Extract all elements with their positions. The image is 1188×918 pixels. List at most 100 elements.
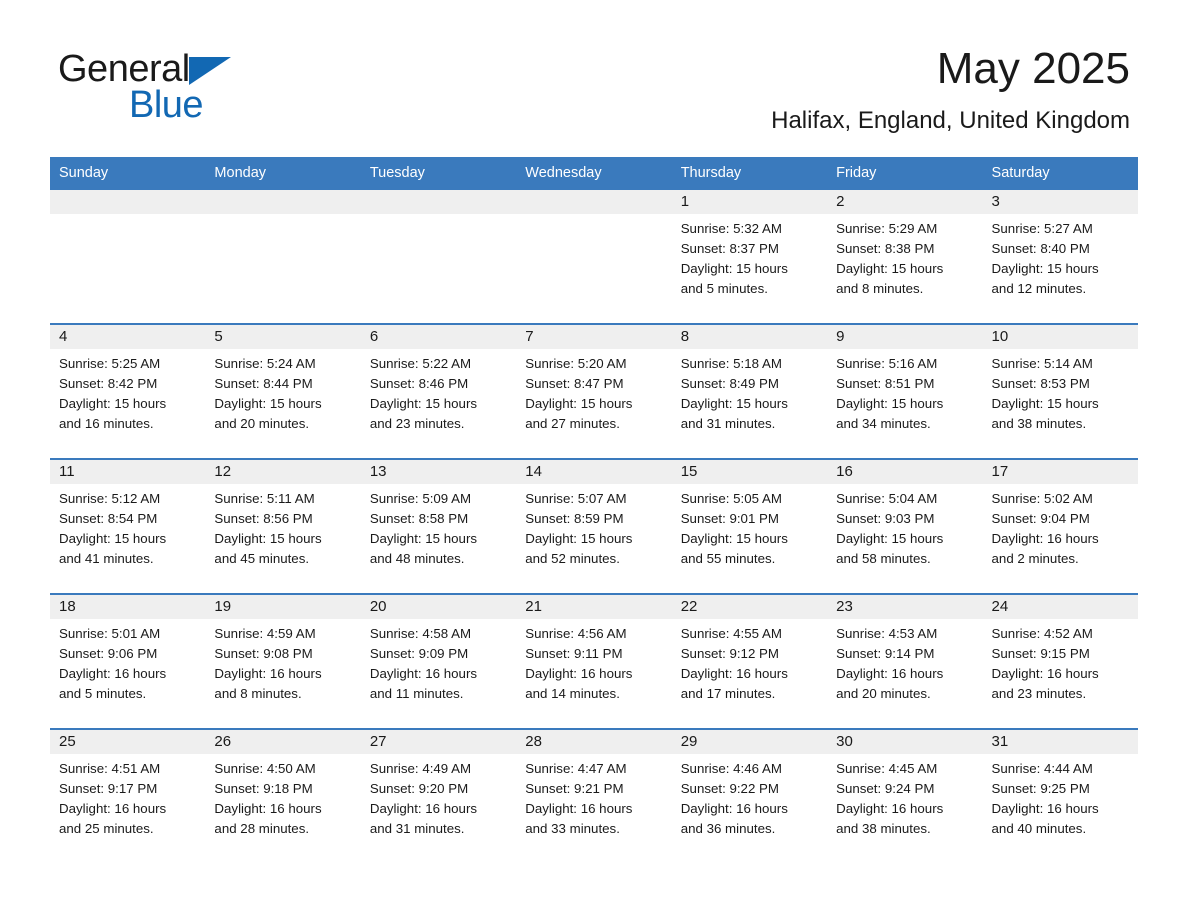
day-details: Sunrise: 5:25 AM Sunset: 8:42 PM Daylight:… <box>50 349 205 434</box>
calendar-day-cell[interactable]: 21 Sunrise: 4:56 AM Sunset: 9:11 PM Dayligh… <box>516 593 672 729</box>
sunset-text: Sunset: 8:47 PM <box>525 376 624 391</box>
calendar-day-cell[interactable]: 29 Sunrise: 4:46 AM Sunset: 9:22 PM Dayligh… <box>671 728 828 863</box>
daylight-text-line2: and 52 minutes. <box>525 551 620 566</box>
day-number: 7 <box>516 325 672 349</box>
daylight-text-line2: and 31 minutes. <box>369 821 465 836</box>
daylight-text-line2: and 33 minutes. <box>525 821 620 836</box>
calendar-day-cell[interactable]: 6 Sunrise: 5:22 AM Sunset: 8:46 PM Daylight… <box>360 323 517 459</box>
day-cell: 27 Sunrise: 4:49 AM Sunset: 9:20 PM Dayligh… <box>360 730 517 863</box>
daylight-text-line1: Daylight: 16 hours <box>525 801 633 816</box>
sunrise-text: Sunrise: 5:05 AM <box>680 491 782 506</box>
weekday-header-tuesday: Tuesday <box>360 157 517 190</box>
sunset-text: Sunset: 9:12 PM <box>680 646 779 661</box>
day-details: Sunrise: 5:12 AM Sunset: 8:54 PM Daylight:… <box>50 484 205 569</box>
day-details: Sunrise: 5:07 AM Sunset: 8:59 PM Daylight:… <box>516 484 671 569</box>
sunrise-text: Sunrise: 4:51 AM <box>59 761 161 776</box>
sunset-text: Sunset: 9:09 PM <box>369 646 469 661</box>
calendar-day-cell[interactable]: 5 Sunrise: 5:24 AM Sunset: 8:44 PM Daylight… <box>205 323 361 459</box>
calendar-day-cell[interactable]: 31 Sunrise: 4:44 AM Sunset: 9:25 PM Dayligh… <box>982 728 1138 863</box>
daylight-text-line2: and 11 minutes. <box>369 686 464 701</box>
sunrise-text: Sunrise: 4:49 AM <box>369 761 472 776</box>
sunrise-text: Sunrise: 4:58 AM <box>369 626 472 641</box>
daylight-text-line1: Daylight: 15 hours <box>214 396 322 411</box>
daylight-text-line1: Daylight: 15 hours <box>680 531 788 546</box>
daylight-text-line1: Daylight: 15 hours <box>59 396 167 411</box>
calendar-day-cell[interactable]: 9 Sunrise: 5:16 AM Sunset: 8:51 PM Daylight… <box>827 323 983 459</box>
calendar-day-cell[interactable]: 26 Sunrise: 4:50 AM Sunset: 9:18 PM Dayligh… <box>205 728 361 863</box>
calendar-day-cell <box>50 190 206 324</box>
sunset-text: Sunset: 9:11 PM <box>525 646 623 661</box>
calendar-day-cell[interactable]: 1 Sunrise: 5:32 AM Sunset: 8:37 PM Daylight… <box>671 190 828 324</box>
sunrise-text: Sunrise: 5:02 AM <box>991 491 1093 506</box>
daylight-text-line2: and 36 minutes. <box>680 821 776 836</box>
day-cell: 18 Sunrise: 5:01 AM Sunset: 9:06 PM Dayligh… <box>50 595 206 728</box>
calendar-day-cell[interactable]: 23 Sunrise: 4:53 AM Sunset: 9:14 PM Dayligh… <box>827 593 983 729</box>
day-details: Sunrise: 4:49 AM Sunset: 9:20 PM Daylight:… <box>361 754 516 839</box>
day-details: Sunrise: 4:47 AM Sunset: 9:21 PM Daylight:… <box>516 754 671 839</box>
daylight-text-line1: Daylight: 15 hours <box>525 531 633 546</box>
day-number: 31 <box>982 730 1138 754</box>
day-cell: 3 Sunrise: 5:27 AM Sunset: 8:40 PM Daylight… <box>982 190 1138 323</box>
day-details: Sunrise: 4:51 AM Sunset: 9:17 PM Daylight:… <box>50 754 205 839</box>
sunset-text: Sunset: 8:42 PM <box>59 376 158 391</box>
general-blue-logo[interactable]: General Blue <box>58 48 418 128</box>
daylight-text-line2: and 14 minutes. <box>525 686 620 701</box>
calendar-day-cell[interactable]: 28 Sunrise: 4:47 AM Sunset: 9:21 PM Dayligh… <box>516 728 672 863</box>
calendar-day-cell[interactable]: 13 Sunrise: 5:09 AM Sunset: 8:58 PM Dayligh… <box>360 458 517 594</box>
calendar-day-cell[interactable]: 4 Sunrise: 5:25 AM Sunset: 8:42 PM Daylight… <box>50 323 206 459</box>
calendar-day-cell[interactable]: 27 Sunrise: 4:49 AM Sunset: 9:20 PM Dayligh… <box>360 728 517 863</box>
daylight-text-line1: Daylight: 16 hours <box>59 801 167 816</box>
calendar-day-cell[interactable]: 8 Sunrise: 5:18 AM Sunset: 8:49 PM Daylight… <box>671 323 828 459</box>
calendar-day-cell[interactable]: 17 Sunrise: 5:02 AM Sunset: 9:04 PM Dayligh… <box>982 458 1138 594</box>
day-details: Sunrise: 5:29 AM Sunset: 8:38 PM Daylight:… <box>827 214 982 299</box>
daylight-text-line2: and 5 minutes. <box>59 686 147 701</box>
calendar-day-cell[interactable]: 30 Sunrise: 4:45 AM Sunset: 9:24 PM Dayligh… <box>827 728 983 863</box>
calendar-day-cell[interactable]: 18 Sunrise: 5:01 AM Sunset: 9:06 PM Dayligh… <box>50 593 206 729</box>
day-details: Sunrise: 4:56 AM Sunset: 9:11 PM Daylight:… <box>516 619 671 704</box>
sunrise-text: Sunrise: 4:46 AM <box>680 761 782 776</box>
sunrise-text: Sunrise: 4:50 AM <box>214 761 316 776</box>
calendar-day-cell[interactable]: 24 Sunrise: 4:52 AM Sunset: 9:15 PM Dayligh… <box>982 593 1138 729</box>
calendar-day-cell <box>516 190 672 324</box>
calendar-day-cell[interactable]: 25 Sunrise: 4:51 AM Sunset: 9:17 PM Dayligh… <box>50 728 206 863</box>
daylight-text-line2: and 17 minutes. <box>680 686 776 701</box>
day-cell: 4 Sunrise: 5:25 AM Sunset: 8:42 PM Daylight… <box>50 325 206 458</box>
calendar-day-cell[interactable]: 12 Sunrise: 5:11 AM Sunset: 8:56 PM Dayligh… <box>205 458 361 594</box>
daylight-text-line1: Daylight: 16 hours <box>836 801 944 816</box>
day-number: 27 <box>360 730 517 754</box>
calendar-day-cell[interactable]: 14 Sunrise: 5:07 AM Sunset: 8:59 PM Dayligh… <box>516 458 672 594</box>
daylight-text-line2: and 40 minutes. <box>991 821 1087 836</box>
title-block: May 2025 Halifax, England, United Kingdo… <box>771 42 1130 136</box>
calendar-day-cell[interactable]: 20 Sunrise: 4:58 AM Sunset: 9:09 PM Dayligh… <box>360 593 517 729</box>
day-number: 18 <box>50 595 206 619</box>
day-cell: 26 Sunrise: 4:50 AM Sunset: 9:18 PM Dayligh… <box>205 730 361 863</box>
day-number: 16 <box>827 460 983 484</box>
daylight-text-line1: Daylight: 15 hours <box>369 531 478 546</box>
calendar-day-cell[interactable]: 19 Sunrise: 4:59 AM Sunset: 9:08 PM Dayligh… <box>205 593 361 729</box>
calendar-week-row: 4 Sunrise: 5:25 AM Sunset: 8:42 PM Daylight… <box>50 323 1138 459</box>
day-cell: 10 Sunrise: 5:14 AM Sunset: 8:53 PM Dayligh… <box>982 325 1138 458</box>
day-details: Sunrise: 5:02 AM Sunset: 9:04 PM Daylight:… <box>983 484 1138 569</box>
daylight-text-line1: Daylight: 16 hours <box>214 666 322 681</box>
calendar-day-cell[interactable]: 10 Sunrise: 5:14 AM Sunset: 8:53 PM Dayligh… <box>982 323 1138 459</box>
day-details: Sunrise: 5:20 AM Sunset: 8:47 PM Daylight:… <box>516 349 671 434</box>
calendar-day-cell[interactable]: 7 Sunrise: 5:20 AM Sunset: 8:47 PM Daylight… <box>516 323 672 459</box>
calendar-day-cell[interactable]: 11 Sunrise: 5:12 AM Sunset: 8:54 PM Dayligh… <box>50 458 206 594</box>
daylight-text-line2: and 16 minutes. <box>59 416 154 431</box>
day-number: 30 <box>827 730 983 754</box>
day-details: Sunrise: 4:50 AM Sunset: 9:18 PM Daylight:… <box>205 754 360 839</box>
calendar-day-cell[interactable]: 16 Sunrise: 5:04 AM Sunset: 9:03 PM Dayligh… <box>827 458 983 594</box>
sunrise-text: Sunrise: 5:12 AM <box>59 491 161 506</box>
calendar-week-row: 25 Sunrise: 4:51 AM Sunset: 9:17 PM Dayligh… <box>50 728 1138 863</box>
logo-top-line: General <box>58 48 418 90</box>
calendar-day-cell[interactable]: 2 Sunrise: 5:29 AM Sunset: 8:38 PM Daylight… <box>827 190 983 324</box>
daylight-text-line2: and 34 minutes. <box>836 416 931 431</box>
sunrise-text: Sunrise: 5:25 AM <box>59 356 161 371</box>
calendar-day-cell[interactable]: 15 Sunrise: 5:05 AM Sunset: 9:01 PM Dayligh… <box>671 458 828 594</box>
daylight-text-line2: and 23 minutes. <box>991 686 1087 701</box>
calendar-day-cell[interactable]: 3 Sunrise: 5:27 AM Sunset: 8:40 PM Daylight… <box>982 190 1138 324</box>
daylight-text-line2: and 41 minutes. <box>59 551 154 566</box>
sunrise-text: Sunrise: 4:45 AM <box>836 761 938 776</box>
calendar-day-cell[interactable]: 22 Sunrise: 4:55 AM Sunset: 9:12 PM Dayligh… <box>671 593 828 729</box>
sunset-text: Sunset: 9:06 PM <box>59 646 158 661</box>
